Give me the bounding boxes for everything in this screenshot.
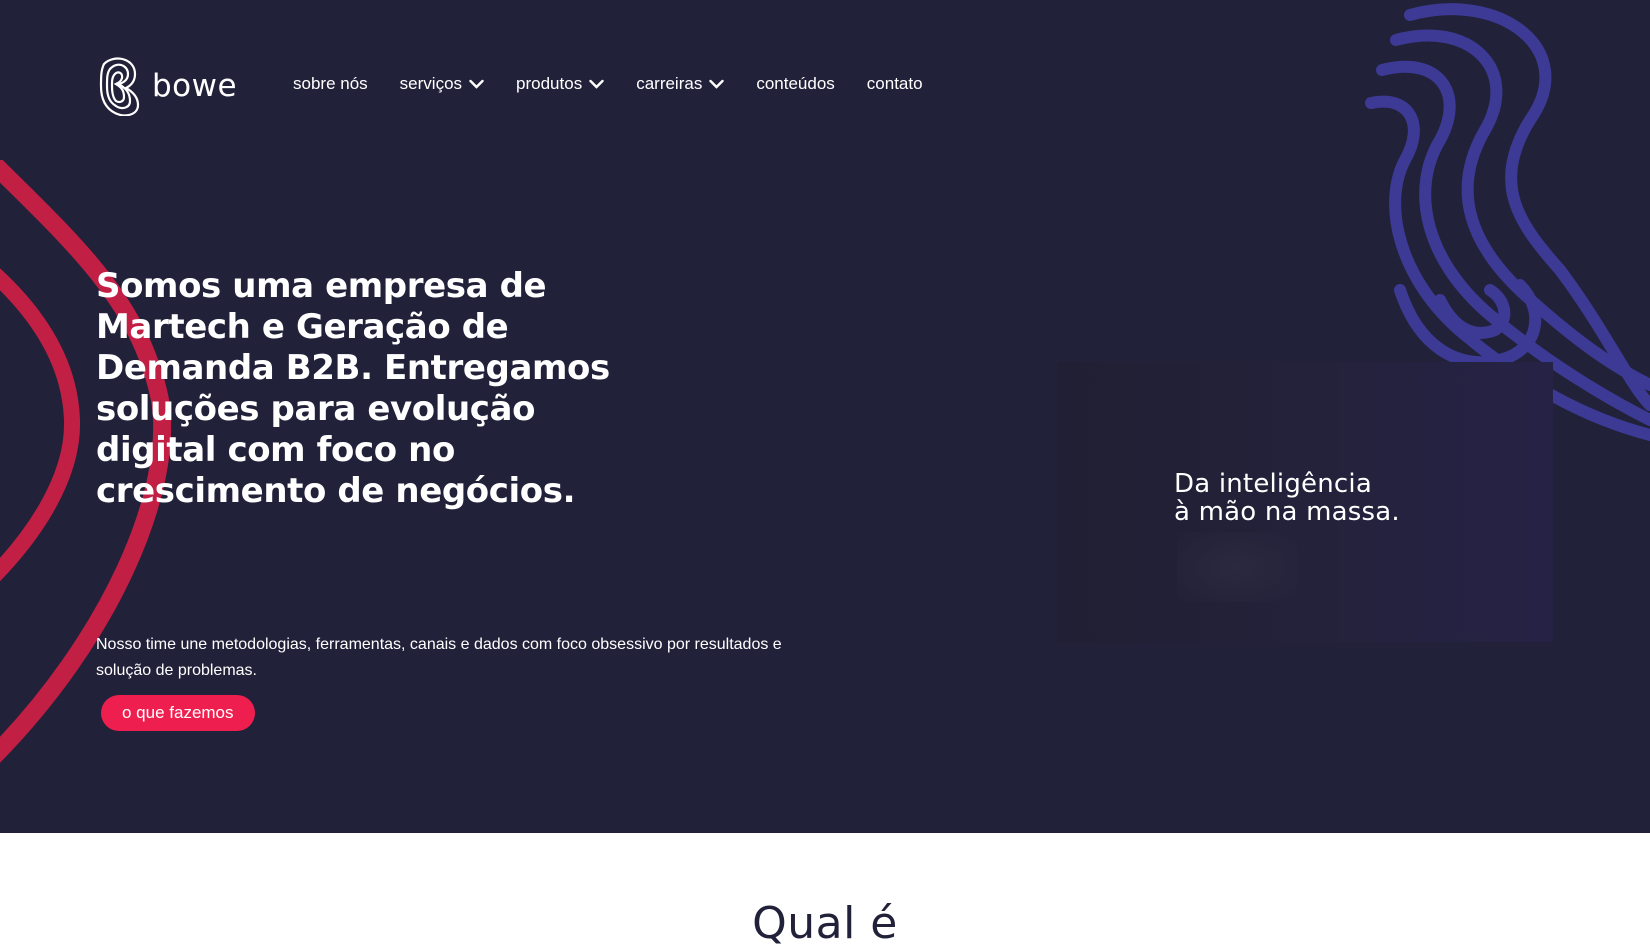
nav-label: sobre nós bbox=[293, 74, 368, 93]
video-caption-line: Da inteligência bbox=[1174, 469, 1372, 499]
chevron-down-icon bbox=[709, 79, 725, 89]
hero-video[interactable]: Da inteligência à mão na massa. bbox=[1057, 362, 1553, 642]
nav-item-carreiras[interactable]: carreiras bbox=[636, 74, 725, 94]
nav-item-servicos[interactable]: serviços bbox=[400, 74, 484, 94]
main-navigation: sobre nós serviços produtos carreiras co… bbox=[293, 74, 923, 94]
nav-label: serviços bbox=[399, 74, 463, 93]
bowe-logo[interactable]: bowe bbox=[96, 56, 237, 116]
nav-item-sobre-nos[interactable]: sobre nós bbox=[293, 74, 368, 94]
video-caption: Da inteligência à mão na massa. bbox=[1174, 470, 1400, 526]
nav-label: carreiras bbox=[636, 74, 703, 93]
nav-item-contato[interactable]: contato bbox=[867, 74, 923, 94]
hero-copy: Somos uma empresa de Martech e Geração d… bbox=[96, 266, 616, 512]
nav-item-produtos[interactable]: produtos bbox=[516, 74, 604, 94]
section-heading: Qual é bbox=[752, 898, 898, 949]
hero-title: Somos uma empresa de Martech e Geração d… bbox=[96, 266, 610, 511]
nav-label: produtos bbox=[516, 74, 583, 93]
video-caption-line: à mão na massa. bbox=[1174, 497, 1400, 527]
chevron-down-icon bbox=[589, 79, 604, 89]
bowe-b-logo-icon bbox=[99, 57, 140, 116]
nav-item-conteudos[interactable]: conteúdos bbox=[756, 74, 834, 94]
logo-text: bowe bbox=[152, 67, 238, 104]
nav-label: conteúdos bbox=[756, 74, 835, 93]
nav-label: contato bbox=[866, 74, 923, 93]
chevron-down-icon bbox=[469, 79, 484, 89]
hero-subtitle: Nosso time une metodologias, ferramentas… bbox=[96, 636, 782, 679]
hero-section: bowe sobre nós serviços produtos carreir… bbox=[0, 0, 1650, 833]
o-que-fazemos-button[interactable]: o que fazemos bbox=[101, 695, 255, 731]
